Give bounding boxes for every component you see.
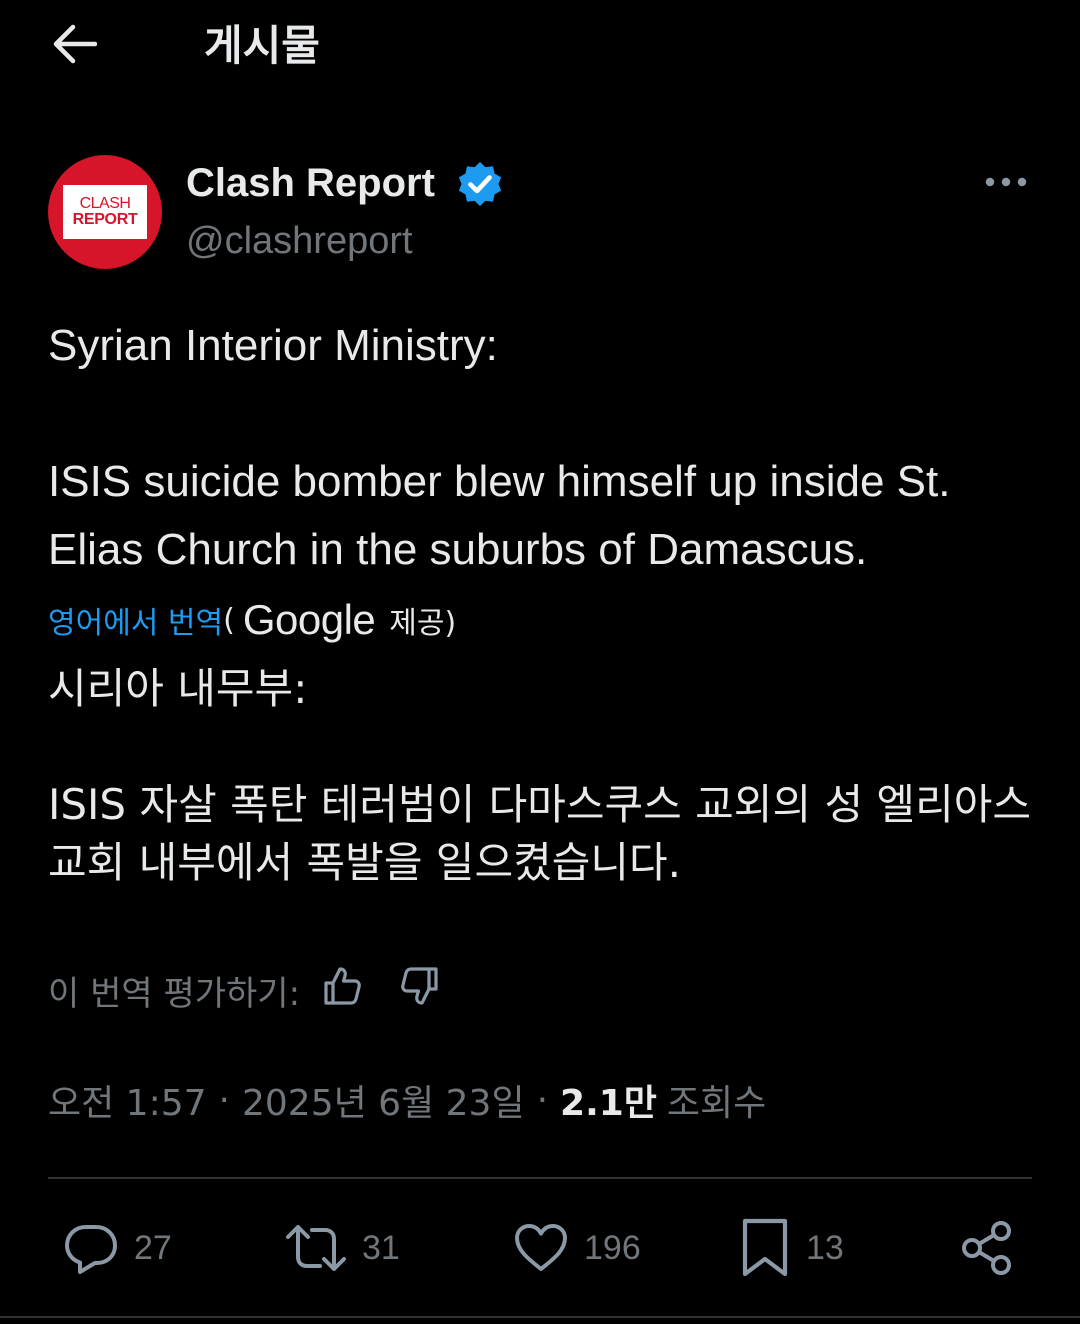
paren-open: (	[223, 602, 235, 638]
repost-icon	[284, 1219, 348, 1277]
bookmark-button[interactable]: 13	[738, 1214, 844, 1282]
google-logo: Google	[242, 596, 376, 643]
thumbs-up-button[interactable]	[316, 964, 368, 1016]
author-handle[interactable]: @clashreport	[186, 216, 413, 266]
views-label: 조회수	[666, 1083, 767, 1124]
clash-report-logo: CLASH REPORT	[63, 185, 147, 239]
avatar[interactable]: CLASH REPORT	[48, 155, 162, 269]
like-count: 196	[584, 1228, 641, 1267]
divider	[48, 1177, 1032, 1179]
thumbs-up-icon	[320, 964, 364, 1017]
bottom-divider	[0, 1316, 1080, 1318]
translated-text: 시리아 내무부: ISIS 자살 폭탄 테러범이 다마스쿠스 교외의 성 엘리아…	[48, 664, 1031, 887]
reply-button[interactable]: 27	[62, 1214, 172, 1282]
rate-translation-row: 이 번역 평가하기:	[48, 964, 446, 1016]
bookmark-icon	[738, 1217, 792, 1279]
reply-count: 27	[134, 1228, 172, 1267]
more-button[interactable]	[978, 162, 1034, 206]
reply-icon	[62, 1219, 120, 1277]
page-title: 게시물	[204, 21, 320, 70]
share-button[interactable]	[958, 1214, 1016, 1282]
like-button[interactable]: 196	[512, 1214, 641, 1282]
thumbs-down-icon	[398, 964, 442, 1017]
more-dots-icon	[984, 175, 1028, 193]
logo-line-1: CLASH	[79, 195, 131, 212]
meta-separator: ·	[536, 1079, 549, 1121]
repost-button[interactable]: 31	[284, 1214, 400, 1282]
provided-label: 제공)	[389, 606, 457, 641]
translated-from-link[interactable]: 영어에서 번역	[48, 598, 223, 642]
post-text: Syrian Interior Ministry: ISIS suicide b…	[48, 321, 951, 574]
bookmark-count: 13	[806, 1228, 844, 1267]
rate-translation-label: 이 번역 평가하기:	[48, 973, 301, 1014]
post-meta: 오전 1:57 · 2025년 6월 23일 · 2.1만 조회수	[48, 1074, 766, 1126]
arrow-left-icon	[51, 24, 98, 69]
meta-separator: ·	[218, 1079, 230, 1121]
logo-line-2: REPORT	[72, 211, 138, 228]
thumbs-down-button[interactable]	[394, 964, 446, 1016]
post-date[interactable]: 2025년 6월 23일	[242, 1074, 525, 1126]
back-button[interactable]	[40, 16, 108, 76]
share-icon	[958, 1219, 1016, 1277]
repost-count: 31	[362, 1228, 400, 1267]
author-name[interactable]: Clash Report	[186, 158, 435, 208]
post-time[interactable]: 오전 1:57	[48, 1074, 207, 1126]
translation-attribution: 영어에서 번역 ( Google 제공)	[48, 596, 456, 644]
views-count[interactable]: 2.1만	[560, 1074, 657, 1126]
heart-icon	[512, 1219, 570, 1277]
verified-badge-icon	[456, 160, 504, 208]
